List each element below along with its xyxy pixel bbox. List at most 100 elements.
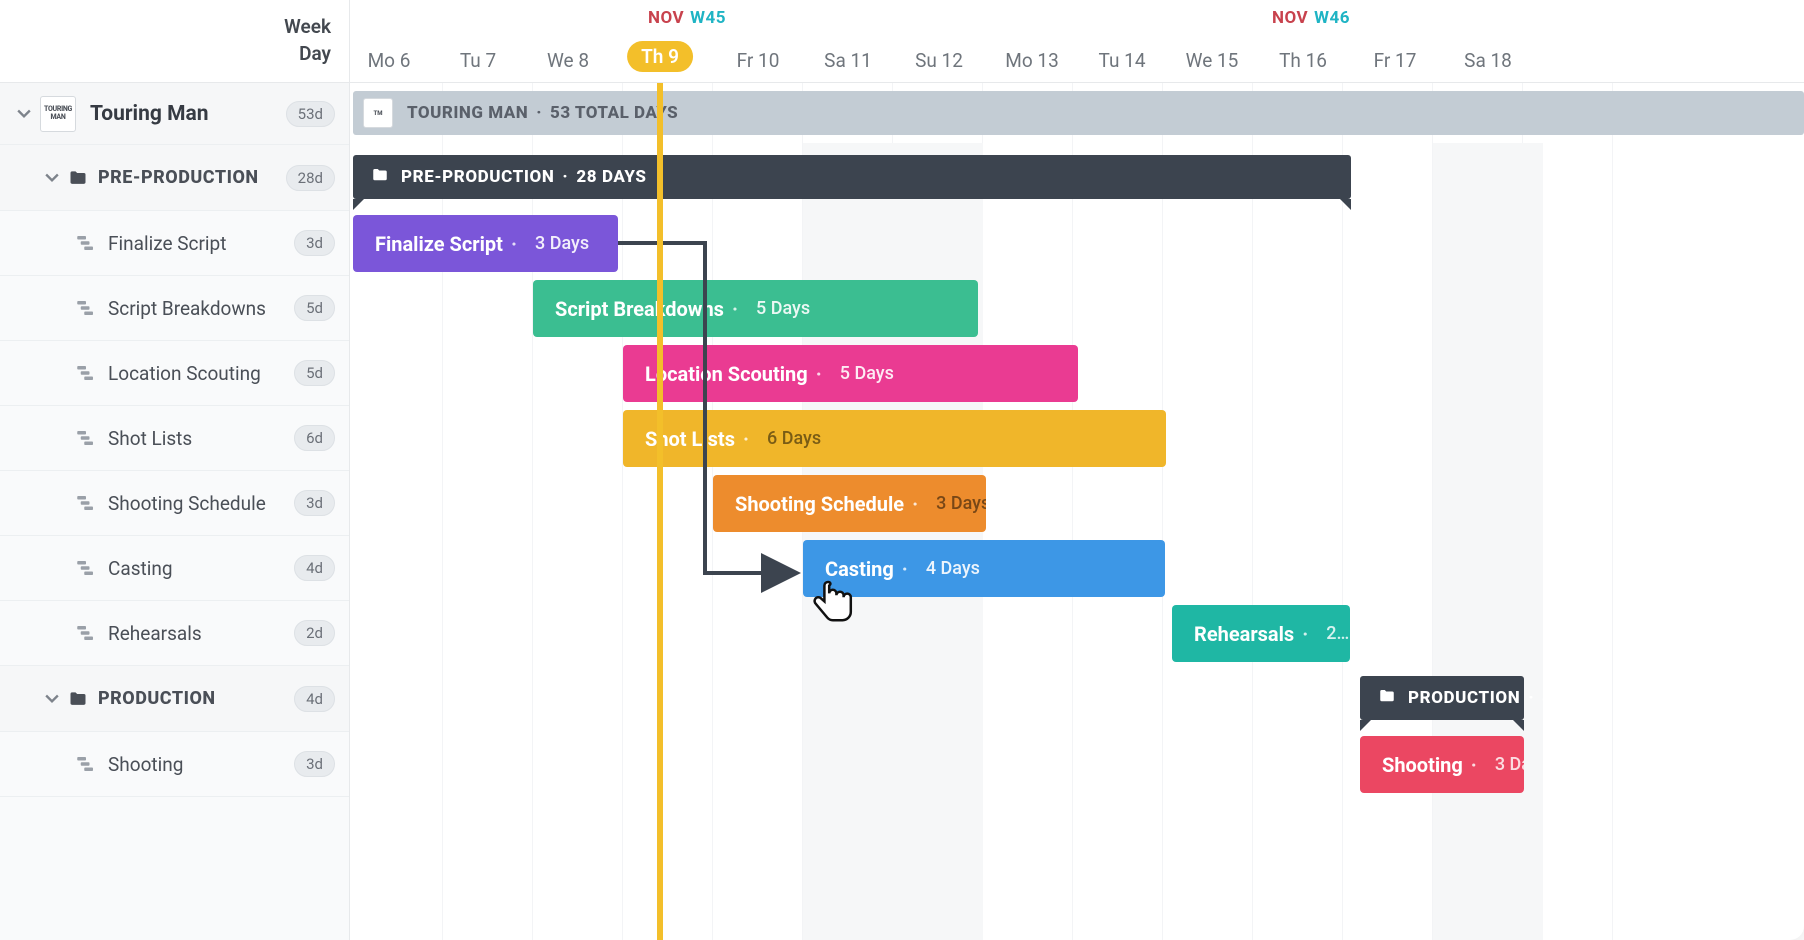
folder-icon: [68, 168, 88, 188]
phase-duration-badge: 28d: [286, 165, 335, 191]
caret-down-icon[interactable]: [42, 168, 62, 188]
bar-title: Location Scouting: [645, 362, 808, 386]
sidebar-task-row[interactable]: Casting 4d: [0, 536, 349, 601]
day-cell-current[interactable]: Th 9: [627, 41, 693, 72]
project-logo-icon: TM: [363, 98, 393, 128]
sidebar-task-row[interactable]: Shot Lists 6d: [0, 406, 349, 471]
gantt-bar[interactable]: Script Breakdowns·5 Days: [533, 280, 978, 337]
bar-duration: 2…: [1326, 623, 1349, 644]
day-cell[interactable]: We 15: [1186, 49, 1239, 72]
phase-bar-text: PRODUCTION·4: [1408, 688, 1553, 708]
phase-bar-text: PRE-PRODUCTION·28 DAYS: [401, 167, 647, 187]
gantt-bar[interactable]: Location Scouting·5 Days: [623, 345, 1078, 402]
task-duration-badge: 5d: [294, 295, 335, 321]
folder-icon: [371, 166, 389, 188]
sidebar-task-row[interactable]: Finalize Script 3d: [0, 211, 349, 276]
today-line: [657, 83, 663, 940]
task-icon: [76, 428, 96, 448]
day-cell[interactable]: Tu 7: [460, 49, 496, 72]
sidebar-task-row[interactable]: Rehearsals 2d: [0, 601, 349, 666]
task-title: Shot Lists: [108, 427, 192, 450]
day-cell[interactable]: Su 12: [915, 49, 963, 72]
bar-title: Rehearsals: [1194, 622, 1294, 646]
project-duration-badge: 53d: [286, 101, 335, 127]
project-title: Touring Man: [90, 102, 209, 126]
gantt-bar[interactable]: Shooting Schedule·3 Days: [713, 475, 986, 532]
task-duration-badge: 3d: [294, 751, 335, 777]
phase-title: PRE-PRODUCTION: [98, 167, 259, 188]
task-icon: [76, 623, 96, 643]
bar-duration: 3 Da: [1495, 754, 1524, 775]
bar-title: Script Breakdowns: [555, 297, 724, 321]
sidebar-task-row[interactable]: Shooting 3d: [0, 732, 349, 797]
gantt-phase-bar-production[interactable]: PRODUCTION·4: [1360, 676, 1524, 720]
task-icon: [76, 363, 96, 383]
day-cell[interactable]: Fr 17: [1374, 49, 1417, 72]
bar-duration: 3 Days: [535, 233, 589, 254]
gantt-chart[interactable]: TM TOURING MAN·53 TOTAL DAYS PRE-PRODUCT…: [350, 83, 1804, 940]
task-icon: [76, 233, 96, 253]
day-cell[interactable]: Tu 14: [1099, 49, 1146, 72]
header-dates: NOVW45NOVW46Mo 6Tu 7We 8Th 9Fr 10Sa 11Su…: [350, 0, 1804, 82]
bar-duration: 5 Days: [756, 298, 810, 319]
sidebar-project-row[interactable]: TOURINGMAN Touring Man 53d: [0, 83, 349, 145]
week-label: Week: [284, 14, 331, 41]
task-duration-badge: 2d: [294, 620, 335, 646]
sidebar-task-row[interactable]: Script Breakdowns 5d: [0, 276, 349, 341]
task-icon: [76, 298, 96, 318]
day-label: Day: [299, 41, 331, 68]
day-cell[interactable]: Sa 11: [824, 49, 872, 72]
bar-title: Casting: [825, 557, 894, 581]
caret-down-icon[interactable]: [42, 689, 62, 709]
bar-title: Finalize Script: [375, 232, 503, 256]
task-title: Shooting Schedule: [108, 492, 266, 515]
folder-icon: [1378, 687, 1396, 709]
sidebar-task-row[interactable]: Location Scouting 5d: [0, 341, 349, 406]
task-duration-badge: 6d: [294, 425, 335, 451]
gantt-bar[interactable]: Shooting·3 Da: [1360, 736, 1524, 793]
day-cell[interactable]: Th 16: [1279, 49, 1327, 72]
bar-duration: 5 Days: [840, 363, 894, 384]
day-cell[interactable]: We 8: [547, 49, 589, 72]
day-cell[interactable]: Mo 6: [368, 49, 411, 72]
task-duration-badge: 4d: [294, 555, 335, 581]
gantt-bar[interactable]: Shot Lists·6 Days: [623, 410, 1166, 467]
summary-text: TOURING MAN·53 TOTAL DAYS: [407, 103, 678, 123]
gantt-bar[interactable]: Casting·4 Days: [803, 540, 1165, 597]
day-cell[interactable]: Mo 13: [1005, 49, 1059, 72]
bar-title: Shooting: [1382, 753, 1463, 777]
task-title: Casting: [108, 557, 173, 580]
sidebar-task-row[interactable]: Shooting Schedule 3d: [0, 471, 349, 536]
task-duration-badge: 5d: [294, 360, 335, 386]
sidebar-phase-preproduction[interactable]: PRE-PRODUCTION 28d: [0, 145, 349, 211]
sidebar-phase-production[interactable]: PRODUCTION 4d: [0, 666, 349, 732]
day-cell[interactable]: Fr 10: [737, 49, 780, 72]
header-left-labels: Week Day: [0, 0, 350, 82]
gantt-phase-bar-preproduction[interactable]: PRE-PRODUCTION·28 DAYS: [353, 155, 1351, 199]
task-duration-badge: 3d: [294, 230, 335, 256]
phase-title: PRODUCTION: [98, 688, 216, 709]
task-icon: [76, 754, 96, 774]
timeline-header: Week Day NOVW45NOVW46Mo 6Tu 7We 8Th 9Fr …: [0, 0, 1804, 83]
bar-duration: 4 Days: [926, 558, 980, 579]
gantt-bar[interactable]: Rehearsals·2…: [1172, 605, 1350, 662]
task-title: Location Scouting: [108, 362, 261, 385]
gantt-project-summary[interactable]: TM TOURING MAN·53 TOTAL DAYS: [353, 91, 1804, 135]
phase-duration-badge: 4d: [294, 686, 335, 712]
bar-duration: 6 Days: [767, 428, 821, 449]
day-cell[interactable]: Sa 18: [1464, 49, 1512, 72]
task-icon: [76, 493, 96, 513]
task-title: Rehearsals: [108, 622, 202, 645]
folder-icon: [68, 689, 88, 709]
task-title: Script Breakdowns: [108, 297, 266, 320]
caret-down-icon[interactable]: [14, 104, 34, 124]
bar-title: Shooting Schedule: [735, 492, 904, 516]
bar-duration: 3 Days: [936, 493, 986, 514]
project-logo-icon: TOURINGMAN: [40, 96, 76, 132]
task-title: Shooting: [108, 753, 183, 776]
task-title: Finalize Script: [108, 232, 226, 255]
sidebar: TOURINGMAN Touring Man 53d PRE-PRODUCTIO…: [0, 83, 350, 940]
task-icon: [76, 558, 96, 578]
task-duration-badge: 3d: [294, 490, 335, 516]
gantt-bar[interactable]: Finalize Script·3 Days: [353, 215, 618, 272]
